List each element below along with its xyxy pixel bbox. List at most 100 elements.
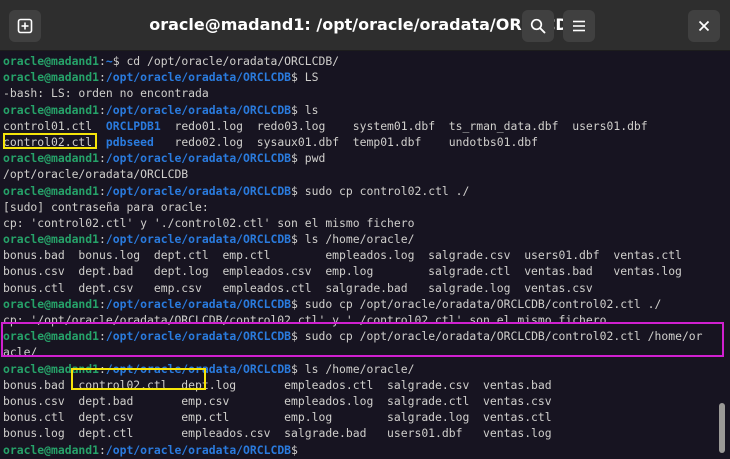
output-text: control01.ctl <box>3 118 106 133</box>
prompt-line: oracle@madand1:/opt/oracle/oradata/ORCLC… <box>3 361 716 377</box>
prompt-separator: : <box>99 329 106 344</box>
prompt-path: /opt/oracle/oradata/ORCLCDB <box>105 70 292 85</box>
prompt-symbol: $ <box>112 54 127 68</box>
prompt-line: oracle@madand1:/opt/oracle/oradata/ORCLC… <box>3 442 716 458</box>
prompt-user-host: oracle@madand1 <box>3 296 100 311</box>
prompt-separator: : <box>99 361 106 376</box>
output-text: cp: '/opt/oracle/oradata/ORCLCDB/control… <box>3 313 607 327</box>
prompt-line: oracle@madand1:/opt/oracle/oradata/ORCLC… <box>3 328 716 344</box>
prompt-path: /opt/oracle/oradata/ORCLCDB <box>105 102 292 117</box>
output-text: -bash: LS: orden no encontrada <box>3 86 209 101</box>
prompt-path: ~ <box>105 54 113 68</box>
directory-name: pdbseed <box>105 134 154 149</box>
title-bar: oracle@madand1: /opt/oracle/oradata/ORCL… <box>0 0 730 51</box>
menu-button[interactable] <box>563 10 595 42</box>
command-text: ls /home/oracle/ <box>304 361 415 376</box>
terminal-output[interactable]: oracle@madand1:~$ cd /opt/oracle/oradata… <box>0 51 716 459</box>
scrollbar[interactable] <box>716 51 730 459</box>
window-title: oracle@madand1: /opt/oracle/oradata/ORCL… <box>149 15 581 34</box>
prompt-user-host: oracle@madand1 <box>3 70 100 85</box>
prompt-symbol: $ <box>291 329 305 344</box>
output-text: acle/ <box>3 345 38 360</box>
scrollbar-thumb[interactable] <box>719 403 725 453</box>
prompt-symbol: $ <box>291 442 305 457</box>
prompt-symbol: $ <box>291 296 305 311</box>
prompt-symbol: $ <box>291 70 305 85</box>
prompt-separator: : <box>99 102 106 117</box>
command-text: pwd <box>304 151 326 166</box>
prompt-path: /opt/oracle/oradata/ORCLCDB <box>105 151 292 166</box>
prompt-user-host: oracle@madand1 <box>3 232 100 247</box>
output-line: -bash: LS: orden no encontrada <box>3 85 716 101</box>
prompt-symbol: $ <box>291 232 305 247</box>
output-text: redo01.log redo03.log system01.dbf ts_rm… <box>160 118 648 133</box>
output-line: control02.ctl pdbseed redo02.log sysaux0… <box>3 134 716 150</box>
prompt-symbol: $ <box>291 102 305 117</box>
output-line: bonus.bad control02.ctl dept.log emplead… <box>3 377 716 393</box>
output-line: control01.ctl ORCLPDB1 redo01.log redo03… <box>3 118 716 134</box>
prompt-symbol: $ <box>291 183 305 198</box>
output-line: bonus.csv dept.bad dept.log empleados.cs… <box>3 263 716 279</box>
prompt-user-host: oracle@madand1 <box>3 183 100 198</box>
prompt-user-host: oracle@madand1 <box>3 361 100 376</box>
prompt-line: oracle@madand1:/opt/oracle/oradata/ORCLC… <box>3 102 716 118</box>
prompt-separator: : <box>99 70 106 85</box>
prompt-user-host: oracle@madand1 <box>3 151 100 166</box>
output-line: /opt/oracle/oradata/ORCLCDB <box>3 166 716 182</box>
prompt-line: oracle@madand1:/opt/oracle/oradata/ORCLC… <box>3 296 716 312</box>
prompt-path: /opt/oracle/oradata/ORCLCDB <box>105 329 292 344</box>
prompt-path: /opt/oracle/oradata/ORCLCDB <box>105 183 292 198</box>
output-line: bonus.csv dept.bad emp.csv empleados.log… <box>3 393 716 409</box>
directory-name: ORCLPDB1 <box>105 118 161 133</box>
command-text: sudo cp control02.ctl ./ <box>304 183 470 198</box>
command-text: ls <box>304 102 319 117</box>
output-text: [sudo] contraseña para oracle: <box>3 199 209 214</box>
prompt-path: /opt/oracle/oradata/ORCLCDB <box>105 442 292 457</box>
output-text: bonus.log dept.ctl empleados.csv salgrad… <box>3 426 552 441</box>
prompt-line: oracle@madand1:/opt/oracle/oradata/ORCLC… <box>3 231 716 247</box>
command-text: cd /opt/oracle/oradata/ORCLCDB/ <box>126 54 340 68</box>
prompt-separator: : <box>99 54 106 68</box>
output-line: cp: '/opt/oracle/oradata/ORCLCDB/control… <box>3 312 716 328</box>
terminal-window: oracle@madand1: /opt/oracle/oradata/ORCL… <box>0 0 730 459</box>
output-text: bonus.ctl dept.csv emp.ctl emp.log salgr… <box>3 410 552 425</box>
output-text: redo02.log sysaux01.dbf temp01.dbf undot… <box>153 134 538 149</box>
command-text: ls /home/oracle/ <box>304 232 415 247</box>
prompt-line: oracle@madand1:~$ cd /opt/oracle/oradata… <box>3 53 716 69</box>
command-text: LS <box>304 70 319 85</box>
prompt-path: /opt/oracle/oradata/ORCLCDB <box>105 361 292 376</box>
prompt-line: oracle@madand1:/opt/oracle/oradata/ORCLC… <box>3 69 716 85</box>
output-text: bonus.bad control02.ctl dept.log emplead… <box>3 377 552 392</box>
prompt-separator: : <box>99 232 106 247</box>
output-line: bonus.log dept.ctl empleados.csv salgrad… <box>3 425 716 441</box>
output-text: bonus.csv dept.bad dept.log empleados.cs… <box>3 264 682 279</box>
output-text: cp: 'control02.ctl' y './control02.ctl' … <box>3 215 415 230</box>
output-line: [sudo] contraseña para oracle: <box>3 199 716 215</box>
prompt-user-host: oracle@madand1 <box>3 329 100 344</box>
prompt-line: oracle@madand1:/opt/oracle/oradata/ORCLC… <box>3 183 716 199</box>
prompt-path: /opt/oracle/oradata/ORCLCDB <box>105 296 292 311</box>
output-line: cp: 'control02.ctl' y './control02.ctl' … <box>3 215 716 231</box>
output-text: bonus.csv dept.bad emp.csv empleados.log… <box>3 393 552 408</box>
output-text: bonus.bad bonus.log dept.ctl emp.ctl emp… <box>3 248 682 263</box>
hamburger-menu-icon <box>573 20 585 32</box>
command-text: sudo cp /opt/oracle/oradata/ORCLCDB/cont… <box>304 296 662 311</box>
prompt-user-host: oracle@madand1 <box>3 54 100 68</box>
output-line: bonus.bad bonus.log dept.ctl emp.ctl emp… <box>3 247 716 263</box>
search-button[interactable] <box>522 10 554 42</box>
prompt-user-host: oracle@madand1 <box>3 442 100 457</box>
output-line: bonus.ctl dept.csv emp.ctl emp.log salgr… <box>3 409 716 425</box>
prompt-line: oracle@madand1:/opt/oracle/oradata/ORCLC… <box>3 150 716 166</box>
search-icon <box>530 18 546 34</box>
close-icon <box>698 20 710 32</box>
output-text: bonus.ctl dept.csv emp.csv empleados.ctl… <box>3 280 593 295</box>
output-text: /opt/oracle/oradata/ORCLCDB <box>3 167 189 182</box>
close-button[interactable] <box>688 10 720 42</box>
prompt-symbol: $ <box>291 361 305 376</box>
output-text: control02.ctl <box>3 134 106 149</box>
prompt-separator: : <box>99 296 106 311</box>
prompt-separator: : <box>99 183 106 198</box>
command-text: sudo cp /opt/oracle/oradata/ORCLCDB/cont… <box>304 329 703 344</box>
output-line: bonus.ctl dept.csv emp.csv empleados.ctl… <box>3 280 716 296</box>
prompt-separator: : <box>99 442 106 457</box>
